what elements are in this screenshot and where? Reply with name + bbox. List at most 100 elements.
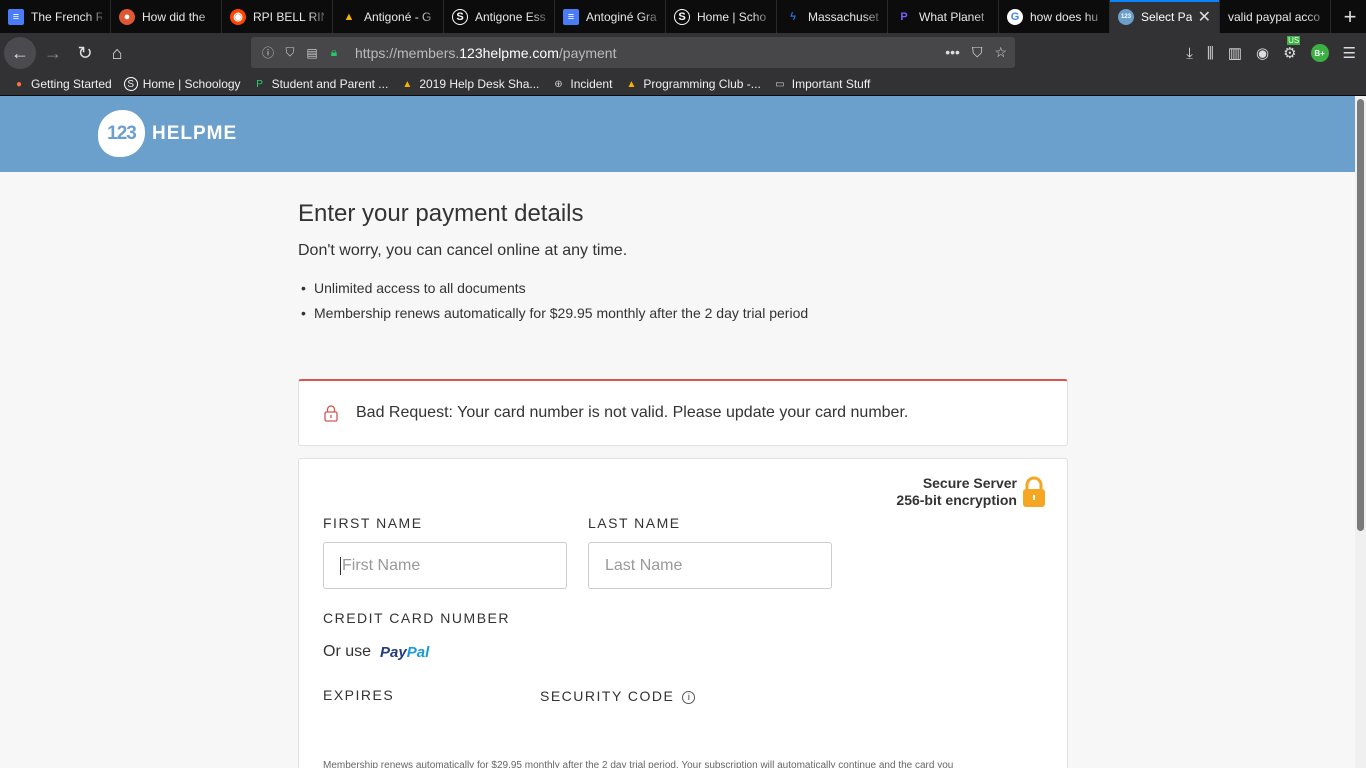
- schoology-icon: S: [674, 8, 690, 25]
- bookmark-star-icon[interactable]: ☆: [994, 44, 1007, 61]
- globe-icon: ⊕: [554, 78, 563, 90]
- scrollbar-thumb[interactable]: [1357, 99, 1364, 531]
- tab-valid-paypal[interactable]: valid paypal acco: [1220, 0, 1331, 33]
- schoology-icon: S: [123, 77, 138, 91]
- tab-strip: ≡ The French R ● How did the ◉ RPI BELL …: [0, 0, 1366, 33]
- navigation-toolbar: ← → ↻ ⌂ ⓘ ⛉ ▤ 🔒︎ https://members.123help…: [0, 33, 1366, 73]
- expires-label: EXPIRES: [323, 687, 395, 703]
- tab-home-schoology[interactable]: S Home | Scho: [666, 0, 777, 33]
- docs-icon: ≡: [563, 8, 579, 25]
- page-subtitle: Don't worry, you can cancel online at an…: [298, 242, 628, 259]
- tab-select-payment[interactable]: 123 Select Pa ✕: [1110, 0, 1220, 33]
- first-name-placeholder: First Name: [342, 556, 421, 574]
- page-actions-icon[interactable]: •••: [945, 44, 960, 61]
- vpn-extension-icon[interactable]: ⚙ US: [1283, 36, 1301, 62]
- bookmark-incident[interactable]: ⊕ Incident: [551, 77, 612, 91]
- bookmark-getting-started[interactable]: ● Getting Started: [12, 77, 112, 91]
- permissions-icon[interactable]: ▤: [303, 46, 321, 60]
- info-icon[interactable]: i: [682, 690, 696, 704]
- tab-how-did-the[interactable]: ● How did the: [111, 0, 222, 33]
- bolt-icon: ϟ: [790, 10, 796, 23]
- info-icon[interactable]: ⓘ: [259, 44, 277, 61]
- last-name-label: LAST NAME: [588, 515, 681, 531]
- folder-icon: ▭: [775, 78, 785, 90]
- tab-rpi-bell[interactable]: ◉ RPI BELL RIN: [222, 0, 333, 33]
- secure-line-1: Secure Server: [922, 475, 1017, 491]
- tab-antogine-gra[interactable]: ≡ Antoginé Gra: [555, 0, 666, 33]
- tab-title: How did the: [142, 9, 206, 24]
- tab-the-french[interactable]: ≡ The French R: [0, 0, 111, 33]
- drive-icon: ▲: [626, 78, 637, 90]
- credit-card-label: CREDIT CARD NUMBER: [323, 610, 510, 626]
- reload-button[interactable]: ↻: [69, 37, 101, 69]
- duckduckgo-icon: ●: [119, 8, 135, 25]
- new-tab-button[interactable]: +: [1334, 0, 1366, 33]
- p-icon: P: [900, 10, 908, 23]
- tab-antigone-ess[interactable]: S Antigone Ess: [444, 0, 555, 33]
- tab-what-planet[interactable]: P What Planet: [888, 0, 999, 33]
- last-name-input[interactable]: Last Name: [588, 542, 832, 589]
- drive-icon: ▲: [402, 78, 413, 90]
- footnote-text: Membership renews automatically for $29.…: [323, 760, 954, 768]
- forward-button[interactable]: →: [37, 37, 69, 69]
- page-viewport: 123 HELPME Enter your payment details Do…: [0, 96, 1355, 768]
- pocket-icon[interactable]: ⛉: [972, 44, 983, 61]
- payment-intro: Enter your payment details Don't worry, …: [298, 200, 1068, 330]
- payment-form: Secure Server 256-bit encryption FIRST N…: [298, 458, 1068, 768]
- reddit-icon: ◉: [230, 8, 246, 25]
- docs-icon: ≡: [8, 8, 24, 25]
- 123helpme-icon: 123: [1118, 8, 1134, 25]
- text-caret: [340, 556, 341, 575]
- security-code-label: SECURITY CODE i: [540, 688, 696, 704]
- page-scrollbar[interactable]: [1355, 96, 1366, 768]
- library-icon[interactable]: ⫼: [1207, 45, 1214, 62]
- tracking-shield-icon[interactable]: ⛉: [281, 45, 299, 60]
- benefits-list: Unlimited access to all documents Member…: [298, 280, 1068, 321]
- first-name-label: FIRST NAME: [323, 515, 423, 531]
- back-button[interactable]: ←: [4, 37, 36, 69]
- padlock-icon: 🔒︎: [330, 45, 338, 59]
- page-title: Enter your payment details: [298, 200, 584, 227]
- or-use-text: Or use: [323, 643, 372, 660]
- menu-icon[interactable]: ☰: [1343, 44, 1356, 62]
- url-bar[interactable]: ⓘ ⛉ ▤ 🔒︎ https://members.123helpme.com/p…: [251, 37, 1015, 68]
- first-name-input[interactable]: First Name: [323, 542, 567, 589]
- error-alert: Bad Request: Your card number is not val…: [298, 379, 1068, 446]
- tab-how-does-hu[interactable]: G how does hu: [999, 0, 1110, 33]
- bookmarks-toolbar: ● Getting Started S Home | Schoology P Stud…: [0, 73, 1366, 96]
- bookmark-help-desk[interactable]: ▲ 2019 Help Desk Sha...: [400, 77, 539, 91]
- list-item: Membership renews automatically for $29.…: [298, 305, 1068, 321]
- bookmark-important-stuff[interactable]: ▭ Important Stuff: [773, 77, 870, 91]
- lock-error-icon: [324, 405, 338, 422]
- schoology-icon: S: [452, 8, 468, 25]
- site-logo[interactable]: 123 HELPME: [98, 110, 237, 157]
- paypal-option: Or use PayPal: [323, 643, 429, 661]
- sidebar-icon[interactable]: ▥: [1228, 44, 1242, 62]
- last-name-placeholder: Last Name: [605, 556, 683, 574]
- site-header: 123 HELPME: [0, 96, 1355, 172]
- url-text[interactable]: https://members.123helpme.com/payment: [355, 45, 616, 61]
- paypal-button[interactable]: PayPal: [380, 644, 429, 661]
- firefox-icon: ●: [15, 78, 23, 90]
- tab-antigone-g[interactable]: ▲ Antigoné - G: [333, 0, 444, 33]
- bookmark-home-schoology[interactable]: S Home | Schoology: [123, 77, 241, 91]
- padlock-icon: [1023, 476, 1045, 507]
- extension-badge-icon[interactable]: B+: [1310, 44, 1329, 62]
- downloads-icon[interactable]: ⤓: [1186, 45, 1193, 62]
- bookmark-programming-club[interactable]: ▲ Programming Club -...: [624, 77, 760, 91]
- p-icon: P: [256, 78, 263, 90]
- error-message: Bad Request: Your card number is not val…: [356, 404, 909, 421]
- google-icon: G: [1007, 8, 1023, 25]
- secure-server-badge: Secure Server 256-bit encryption: [896, 475, 1047, 509]
- list-item: Unlimited access to all documents: [298, 280, 1068, 296]
- logo-mark: 123: [98, 110, 145, 157]
- logo-text: HELPME: [152, 122, 238, 144]
- account-icon[interactable]: ◉: [1256, 44, 1269, 62]
- home-button[interactable]: ⌂: [101, 37, 133, 69]
- secure-line-2: 256-bit encryption: [896, 492, 1017, 508]
- bookmark-student-parent[interactable]: P Student and Parent ...: [253, 77, 388, 91]
- tab-title: Select Pa: [1141, 9, 1193, 24]
- close-tab-icon[interactable]: ✕: [1198, 7, 1211, 27]
- drive-icon: ▲: [343, 10, 355, 23]
- tab-massachusetts[interactable]: ϟ Massachuset: [777, 0, 888, 33]
